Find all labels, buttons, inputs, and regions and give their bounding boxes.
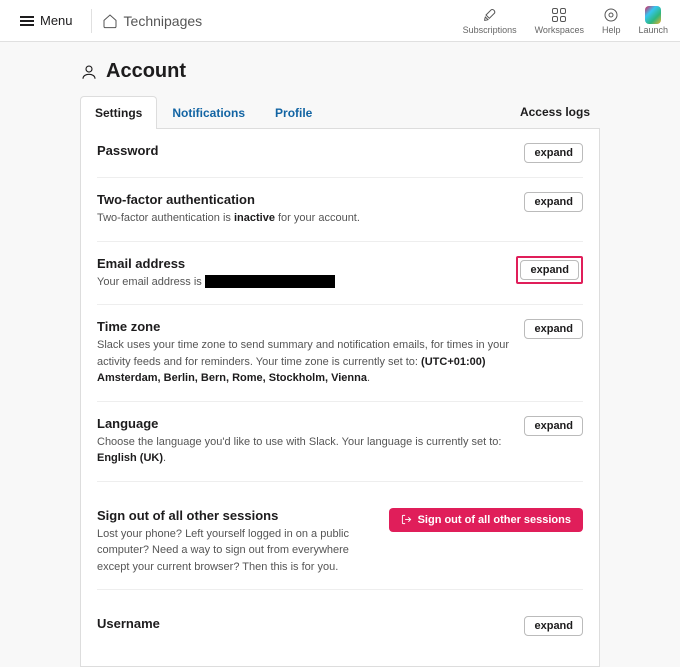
section-twofa: Two-factor authentication Two-factor aut…	[97, 178, 583, 242]
main-container: Account Settings Notifications Profile A…	[80, 60, 600, 667]
section-timezone: Time zone Slack uses your time zone to s…	[97, 305, 583, 402]
rocket-icon	[482, 7, 498, 23]
tab-access-logs[interactable]: Access logs	[520, 105, 600, 119]
tab-settings[interactable]: Settings	[80, 96, 157, 129]
section-title: Language	[97, 416, 514, 431]
expand-username-button[interactable]: expand	[524, 616, 583, 636]
help-icon	[603, 7, 619, 23]
topbar-launch[interactable]: Launch	[638, 7, 668, 35]
expand-language-button[interactable]: expand	[524, 416, 583, 436]
highlight-box: expand	[516, 256, 583, 284]
section-password: Password expand	[97, 129, 583, 178]
section-desc: Two-factor authentication is inactive fo…	[97, 210, 360, 227]
slack-icon	[645, 7, 661, 23]
section-title: Sign out of all other sessions	[97, 508, 379, 523]
person-icon	[80, 63, 98, 81]
topbar-item-label: Workspaces	[535, 25, 584, 35]
hamburger-icon	[20, 16, 34, 26]
section-email: Email address Your email address is expa…	[97, 242, 583, 306]
section-desc: Lost your phone? Left yourself logged in…	[97, 526, 379, 576]
topbar: Menu Technipages Subscriptions Workspace…	[0, 0, 680, 42]
section-desc: Your email address is	[97, 274, 335, 291]
expand-timezone-button[interactable]: expand	[524, 319, 583, 339]
topbar-right: Subscriptions Workspaces Help Launch	[463, 7, 668, 35]
brand[interactable]: Technipages	[102, 13, 203, 29]
section-desc: Slack uses your time zone to send summar…	[97, 337, 514, 387]
tab-profile[interactable]: Profile	[260, 96, 327, 129]
tabs-row: Settings Notifications Profile Access lo…	[80, 95, 600, 129]
topbar-workspaces[interactable]: Workspaces	[535, 7, 584, 35]
topbar-divider	[91, 9, 92, 33]
home-icon	[102, 13, 118, 29]
section-title: Two-factor authentication	[97, 192, 360, 207]
signout-icon	[401, 514, 412, 525]
page-title: Account	[106, 60, 186, 83]
signout-all-button[interactable]: Sign out of all other sessions	[389, 508, 583, 532]
section-signout: Sign out of all other sessions Lost your…	[97, 494, 583, 591]
section-title: Email address	[97, 256, 335, 271]
section-title: Time zone	[97, 319, 514, 334]
brand-label: Technipages	[124, 13, 203, 29]
expand-twofa-button[interactable]: expand	[524, 192, 583, 212]
expand-email-button[interactable]: expand	[520, 260, 579, 280]
menu-button[interactable]: Menu	[12, 9, 81, 32]
topbar-item-label: Help	[602, 25, 621, 35]
menu-label: Menu	[40, 13, 73, 28]
section-desc: Choose the language you'd like to use wi…	[97, 434, 514, 467]
topbar-subscriptions[interactable]: Subscriptions	[463, 7, 517, 35]
section-username: Username expand	[97, 602, 583, 650]
section-title: Username	[97, 616, 160, 631]
page-title-row: Account	[80, 60, 600, 83]
redacted-email	[205, 275, 335, 288]
tab-notifications[interactable]: Notifications	[157, 96, 260, 129]
topbar-item-label: Subscriptions	[463, 25, 517, 35]
section-title: Password	[97, 143, 158, 158]
grid-icon	[551, 7, 567, 23]
settings-panel: Password expand Two-factor authenticatio…	[80, 129, 600, 667]
section-language: Language Choose the language you'd like …	[97, 402, 583, 482]
topbar-help[interactable]: Help	[602, 7, 621, 35]
topbar-item-label: Launch	[638, 25, 668, 35]
expand-password-button[interactable]: expand	[524, 143, 583, 163]
